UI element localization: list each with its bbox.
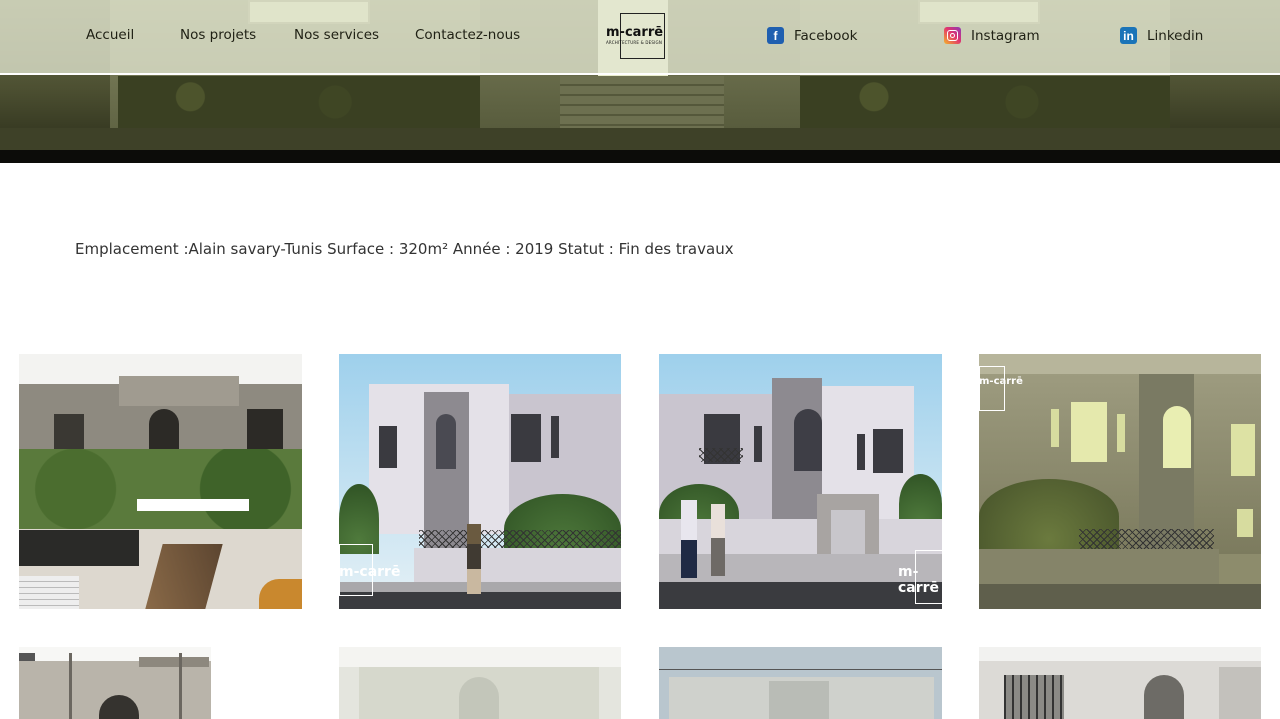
facebook-icon: f <box>767 27 784 44</box>
gallery-watermark-text: m-carrē <box>898 564 940 596</box>
gallery-photo[interactable]: m-carrē <box>979 354 1261 609</box>
nav-link-nos-services[interactable]: Nos services <box>294 27 379 43</box>
gallery-photo[interactable]: m-carrē <box>339 354 621 609</box>
hero-ground <box>0 128 1280 150</box>
brand-logo[interactable]: m-carrē ARCHITECTURE & DESIGN <box>599 13 665 59</box>
nav-link-nos-projets[interactable]: Nos projets <box>180 27 256 43</box>
gallery-photo[interactable]: m-carrē <box>659 354 942 609</box>
hero-hedge <box>118 76 480 128</box>
social-link-facebook[interactable]: f Facebook <box>767 27 857 44</box>
social-link-instagram[interactable]: Instagram <box>944 27 1040 44</box>
social-link-linkedin[interactable]: in Linkedin <box>1120 27 1203 44</box>
logo-name: m-carrē <box>606 25 664 40</box>
gallery-watermark-text: m-carrē <box>339 564 401 580</box>
gallery-photo[interactable] <box>979 647 1261 719</box>
linkedin-icon: in <box>1120 27 1137 44</box>
hero-base <box>0 150 1280 163</box>
hero-hedge <box>800 76 1170 128</box>
nav-link-accueil[interactable]: Accueil <box>86 27 134 43</box>
social-label: Linkedin <box>1147 27 1204 44</box>
nav-link-contactez-nous[interactable]: Contactez-nous <box>415 27 520 43</box>
gallery-photo[interactable] <box>659 647 942 719</box>
project-description: Emplacement :Alain savary-Tunis Surface … <box>75 240 734 258</box>
top-navigation: Accueil Nos projets Nos services Contact… <box>0 0 1280 75</box>
gallery-watermark <box>979 366 1005 411</box>
social-label: Facebook <box>794 27 858 44</box>
hero-steps <box>560 76 724 128</box>
logo-tagline: ARCHITECTURE & DESIGN <box>606 40 663 45</box>
social-label: Instagram <box>971 27 1040 44</box>
gallery-photo[interactable] <box>19 354 302 609</box>
gallery-photo[interactable] <box>339 647 621 719</box>
gallery-watermark-text: m-carrē <box>979 376 1023 387</box>
gallery-photo[interactable] <box>19 647 211 719</box>
instagram-icon <box>944 27 961 44</box>
